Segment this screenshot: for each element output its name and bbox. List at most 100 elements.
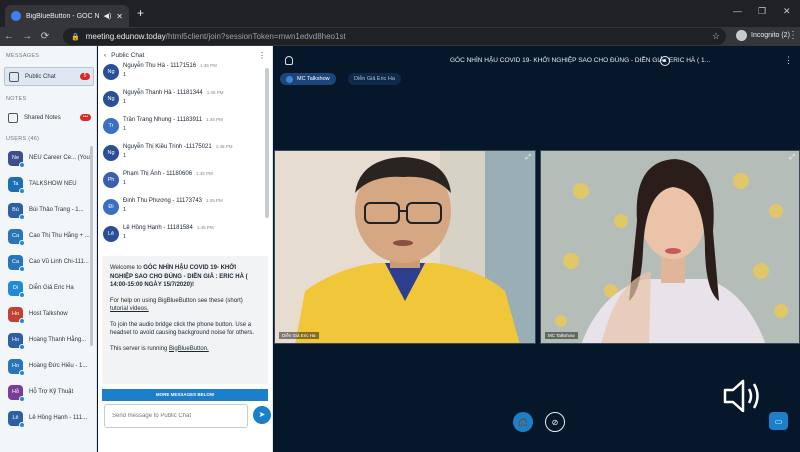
shared-notes-item[interactable]: Shared Notes ••• bbox=[4, 108, 94, 127]
user-avatar: Hỗ bbox=[8, 384, 25, 401]
user-list-scrollbar[interactable] bbox=[90, 146, 93, 346]
message-sender: Trần Trang Nhung - 11183911 1:45 PM bbox=[123, 117, 223, 123]
reload-button[interactable]: ⟳ bbox=[36, 31, 54, 42]
audio-playing-icon[interactable]: ◀) bbox=[104, 12, 112, 20]
message-sender: Đinh Thu Phương - 11173743 1:45 PM bbox=[123, 198, 223, 204]
user-list-item[interactable]: Ca Cao Vũ Linh Chi-111... bbox=[8, 253, 94, 271]
tutorial-link[interactable]: tutorial videos. bbox=[110, 306, 149, 312]
bigbluebutton-link[interactable]: BigBlueButton. bbox=[169, 346, 209, 352]
options-menu-icon[interactable]: ⋮ bbox=[784, 55, 793, 66]
message-sender: Lê Hồng Hạnh - 11181584 1:45 PM bbox=[123, 225, 214, 231]
chat-scrollbar[interactable] bbox=[265, 68, 269, 218]
message-avatar: Đi bbox=[103, 199, 119, 215]
browser-toolbar: ← → ⟳ 🔒 meeting.edunow.today /html5clien… bbox=[0, 27, 800, 46]
new-tab-button[interactable]: + bbox=[137, 6, 144, 20]
incognito-indicator[interactable]: Incognito (2) bbox=[736, 30, 790, 41]
address-bar[interactable]: 🔒 meeting.edunow.today /html5client/join… bbox=[63, 28, 726, 45]
user-list-item[interactable]: Ta TALKSHOW NEU bbox=[8, 175, 94, 193]
user-list-item[interactable]: Lê Lê Hồng Hạnh - 111... bbox=[8, 409, 94, 427]
chat-message-input[interactable] bbox=[104, 404, 248, 428]
back-chevron-icon[interactable]: ‹ bbox=[104, 52, 106, 59]
forward-button[interactable]: → bbox=[18, 31, 36, 42]
user-list-item[interactable]: Bù Bùi Thảo Trang - 1... bbox=[8, 201, 94, 219]
message-avatar: Ph bbox=[103, 172, 119, 188]
close-tab-icon[interactable]: ✕ bbox=[116, 12, 123, 21]
chat-header[interactable]: ‹ Public Chat bbox=[104, 52, 144, 59]
speaker-volume-icon bbox=[723, 379, 759, 413]
message-text: 1 bbox=[123, 207, 127, 213]
browser-tab[interactable]: BigBlueButton - GÓC NHÌN ◀) ✕ bbox=[5, 5, 129, 27]
message-time: 1:45 PM bbox=[206, 90, 224, 95]
close-window-icon[interactable]: ✕ bbox=[783, 6, 791, 17]
presence-status-icon bbox=[19, 343, 25, 349]
maximize-icon[interactable]: ❐ bbox=[758, 6, 766, 17]
user-name: Hoàng Đức Hiếu - 1... bbox=[29, 363, 88, 369]
chat-options-icon[interactable]: ⋮ bbox=[258, 51, 266, 60]
webcam-video-speaker[interactable]: Diễn Giả Eric Ha ⤢ bbox=[274, 150, 536, 344]
user-name: Bùi Thảo Trang - 1... bbox=[29, 207, 84, 213]
fullscreen-icon[interactable]: ⤢ bbox=[789, 154, 795, 162]
message-text: 1 bbox=[123, 99, 127, 105]
user-name: Lê Hồng Hạnh - 111... bbox=[29, 415, 88, 421]
user-list-toggle-icon[interactable] bbox=[285, 56, 293, 65]
back-button[interactable]: ← bbox=[0, 31, 18, 42]
user-list-item[interactable]: Ca Cao Thị Thu Hằng + ... bbox=[8, 227, 94, 245]
audio-headset-button[interactable]: 🎧 bbox=[513, 412, 533, 432]
meeting-title: GÓC NHÌN HẬU COVID 19- KHỞI NGHIỆP SAO C… bbox=[449, 57, 711, 64]
video-name-label: Diễn Giả Eric Ha bbox=[279, 332, 319, 339]
user-avatar: Ne bbox=[8, 150, 25, 167]
talker-name: MC Talkshow bbox=[297, 76, 330, 82]
chat-message: Lê Lê Hồng Hạnh - 11181584 1:45 PM 1 bbox=[103, 224, 253, 244]
recording-indicator-icon[interactable] bbox=[660, 56, 670, 66]
user-list-item[interactable]: Ho Hoàng Đức Hiếu - 1... bbox=[8, 357, 94, 375]
user-avatar: Ho bbox=[8, 332, 25, 349]
more-messages-below-button[interactable]: MORE MESSAGES BELOW bbox=[102, 389, 268, 401]
user-name: Diễn Giả Eric Ha bbox=[29, 285, 74, 291]
user-name: NEU Career Ce... (You) bbox=[29, 155, 92, 161]
message-sender: Phạm Thị Ánh - 11180606 1:45 PM bbox=[123, 171, 213, 177]
message-sender: Nguyễn Thu Hà - 11171516 1:45 PM bbox=[123, 63, 217, 69]
fullscreen-icon[interactable]: ⤢ bbox=[525, 154, 531, 162]
user-list-item[interactable]: Hỗ Hỗ Trợ Kỹ Thuật bbox=[8, 383, 94, 401]
message-text: 1 bbox=[123, 234, 127, 240]
welcome-message: Welcome to GÓC NHÌN HẬU COVID 19- KHỞI N… bbox=[102, 256, 268, 384]
incognito-icon bbox=[736, 30, 747, 41]
user-avatar: Ho bbox=[8, 306, 25, 323]
browser-menu-icon[interactable]: ⋮ bbox=[788, 30, 798, 41]
user-list-item[interactable]: Ho Hoàng Thanh Hằng... bbox=[8, 331, 94, 349]
message-text: 1 bbox=[123, 180, 127, 186]
browser-tab-strip: BigBlueButton - GÓC NHÌN ◀) ✕ + — ❐ ✕ bbox=[0, 0, 800, 27]
user-list-item[interactable]: Ne NEU Career Ce... (You) bbox=[8, 149, 94, 167]
chat-message: Ng Nguyễn Thanh Hà - 11181344 1:45 PM 1 bbox=[103, 89, 253, 109]
talker-name: Diễn Giả Eric Ha bbox=[354, 76, 395, 82]
user-list-panel: MESSAGES Public Chat 5 NOTES Shared Note… bbox=[0, 46, 97, 452]
message-text: 1 bbox=[123, 72, 127, 78]
send-message-button[interactable]: ➤ bbox=[253, 406, 271, 424]
talking-indicator-mc[interactable]: MC Talkshow bbox=[280, 73, 336, 85]
user-avatar: Ho bbox=[8, 358, 25, 375]
webcam-video-mc[interactable]: MC Talkshow ⤢ bbox=[540, 150, 800, 344]
unread-badge: 5 bbox=[80, 73, 90, 80]
bigbluebutton-favicon-icon bbox=[11, 11, 21, 21]
message-time: 1:45 PM bbox=[215, 144, 233, 149]
public-chat-item[interactable]: Public Chat 5 bbox=[4, 67, 94, 86]
video-off-button[interactable]: ⊘ bbox=[545, 412, 565, 432]
microphone-icon bbox=[286, 75, 293, 83]
presence-status-icon bbox=[19, 317, 25, 323]
message-time: 1:45 PM bbox=[200, 63, 217, 68]
user-list-item[interactable]: Ho Host Talkshow bbox=[8, 305, 94, 323]
video-name-label: MC Talkshow bbox=[545, 332, 578, 339]
bookmark-star-icon[interactable]: ☆ bbox=[712, 31, 720, 42]
shared-notes-label: Shared Notes bbox=[24, 114, 61, 121]
message-avatar: Lê bbox=[103, 226, 119, 242]
talking-indicator-speaker[interactable]: Diễn Giả Eric Ha bbox=[348, 73, 401, 85]
presence-status-icon bbox=[19, 161, 25, 167]
user-list-item[interactable]: Di Diễn Giả Eric Ha bbox=[8, 279, 94, 297]
messages-section-title: MESSAGES bbox=[6, 53, 40, 59]
user-avatar: Di bbox=[8, 280, 25, 297]
user-name: Host Talkshow bbox=[29, 311, 68, 317]
chat-message: Ng Nguyễn Thu Hà - 11171516 1:45 PM 1 bbox=[103, 62, 253, 82]
minimize-icon[interactable]: — bbox=[733, 6, 742, 16]
screenshare-button[interactable]: ▭ bbox=[769, 412, 788, 430]
notes-section-title: NOTES bbox=[6, 96, 27, 102]
